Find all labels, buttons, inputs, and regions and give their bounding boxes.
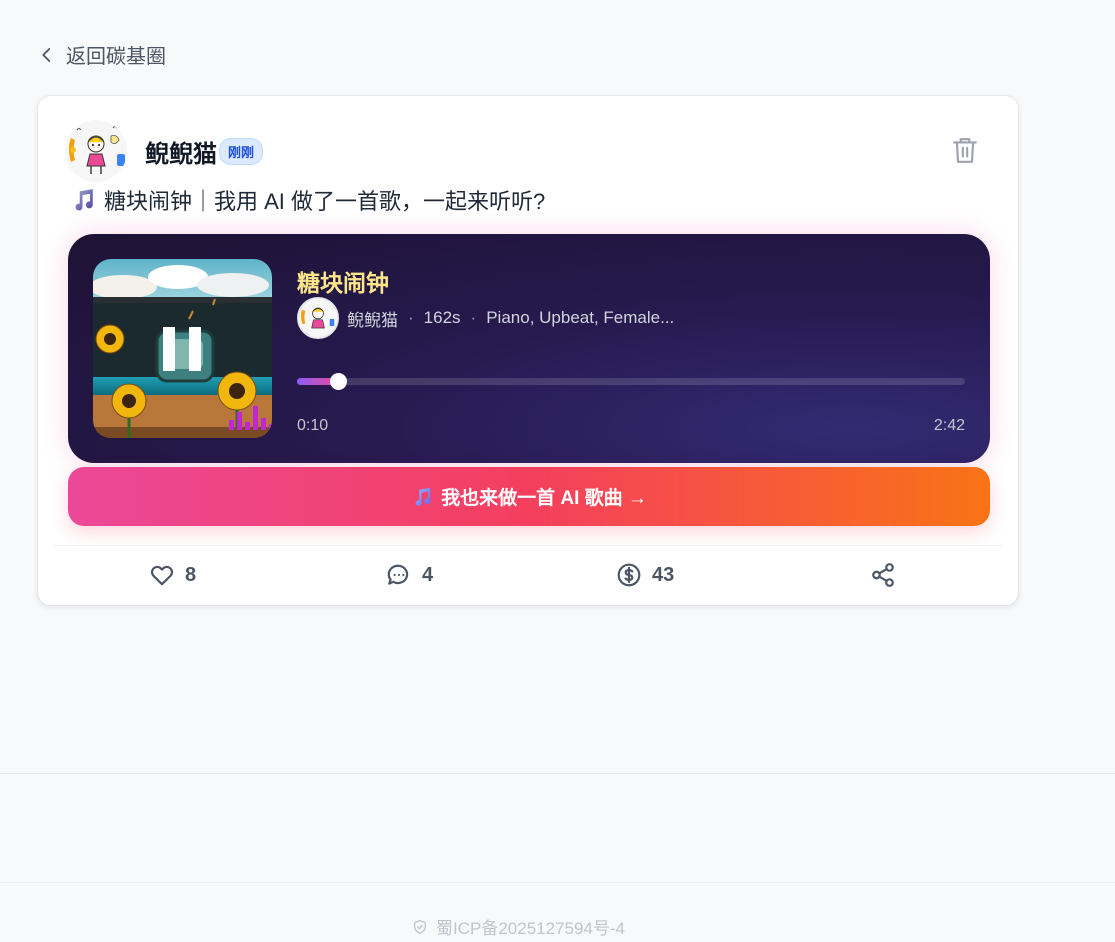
avatar[interactable] — [65, 120, 127, 182]
pause-bar-left — [163, 327, 175, 371]
post-text-content: 糖块闹钟｜我用 AI 做了一首歌，一起来听听? — [104, 189, 546, 214]
song-title: 糖块闹钟 — [297, 270, 389, 296]
back-link[interactable]: 返回碳基圈 — [38, 40, 166, 69]
author-name[interactable]: 鲵鲵猫 — [145, 134, 217, 169]
progress-slider[interactable] — [297, 373, 965, 390]
song-duration: 162s — [423, 308, 461, 327]
meta-separator: · — [408, 308, 414, 327]
page-divider — [0, 773, 1115, 774]
coin-button[interactable]: 43 — [616, 562, 674, 588]
music-note-icon — [75, 189, 93, 211]
back-link-label: 返回碳基圈 — [66, 46, 166, 68]
make-ai-song-button[interactable]: 我也来做一首 AI 歌曲 → — [68, 467, 990, 526]
cover-art[interactable] — [93, 259, 272, 438]
make-ai-song-label: 我也来做一首 AI 歌曲 → — [441, 488, 647, 509]
heart-icon — [150, 565, 174, 586]
artist-name[interactable]: 鲵鲵猫 — [347, 306, 398, 331]
pause-button[interactable] — [163, 327, 201, 371]
chevron-left-icon — [42, 47, 51, 62]
dollar-coin-icon — [617, 563, 641, 587]
share-icon — [872, 563, 894, 587]
music-player: 糖块闹钟 鲵鲵猫 · 162s · Piano, Upbeat, Female.… — [68, 234, 990, 463]
song-tags: Piano, Upbeat, Female... — [486, 308, 675, 327]
song-meta: 鲵鲵猫 · 162s · Piano, Upbeat, Female... — [297, 297, 674, 339]
pause-bar-right — [189, 327, 201, 371]
avatar-illustration — [65, 120, 127, 182]
artist-avatar[interactable] — [297, 297, 339, 339]
footer-divider — [0, 882, 1115, 883]
footer-icp-text: 蜀ICP备2025127594号-4 — [436, 919, 626, 938]
artist-avatar-illustration — [299, 299, 337, 337]
current-time: 0:10 — [297, 417, 329, 434]
divider — [54, 545, 1002, 546]
trash-icon — [953, 138, 977, 163]
comment-icon — [387, 564, 409, 585]
delete-button[interactable] — [952, 136, 978, 164]
time-badge: 刚刚 — [219, 137, 264, 165]
like-button[interactable]: 8 — [149, 562, 196, 588]
shield-icon — [414, 919, 426, 934]
music-note-icon — [415, 487, 431, 506]
comment-button[interactable]: 4 — [386, 562, 433, 588]
comment-count: 4 — [422, 563, 434, 586]
coin-count: 43 — [652, 563, 675, 586]
equalizer-icon — [229, 404, 272, 430]
footer-icp-link[interactable]: 蜀ICP备2025127594号-4 — [412, 914, 625, 939]
post-card: 鲵鲵猫 刚刚 糖块闹钟｜我用 AI 做了一首歌，一起来听听? 糖块闹钟 鲵鲵猫 … — [37, 95, 1019, 606]
post-text: 糖块闹钟｜我用 AI 做了一首歌，一起来听听? — [70, 184, 545, 216]
author-row: 鲵鲵猫 刚刚 — [65, 120, 264, 182]
meta-separator: · — [470, 308, 477, 327]
like-count: 8 — [185, 563, 197, 586]
total-time: 2:42 — [933, 417, 965, 434]
progress-thumb[interactable] — [330, 373, 348, 390]
share-button[interactable] — [870, 562, 896, 588]
